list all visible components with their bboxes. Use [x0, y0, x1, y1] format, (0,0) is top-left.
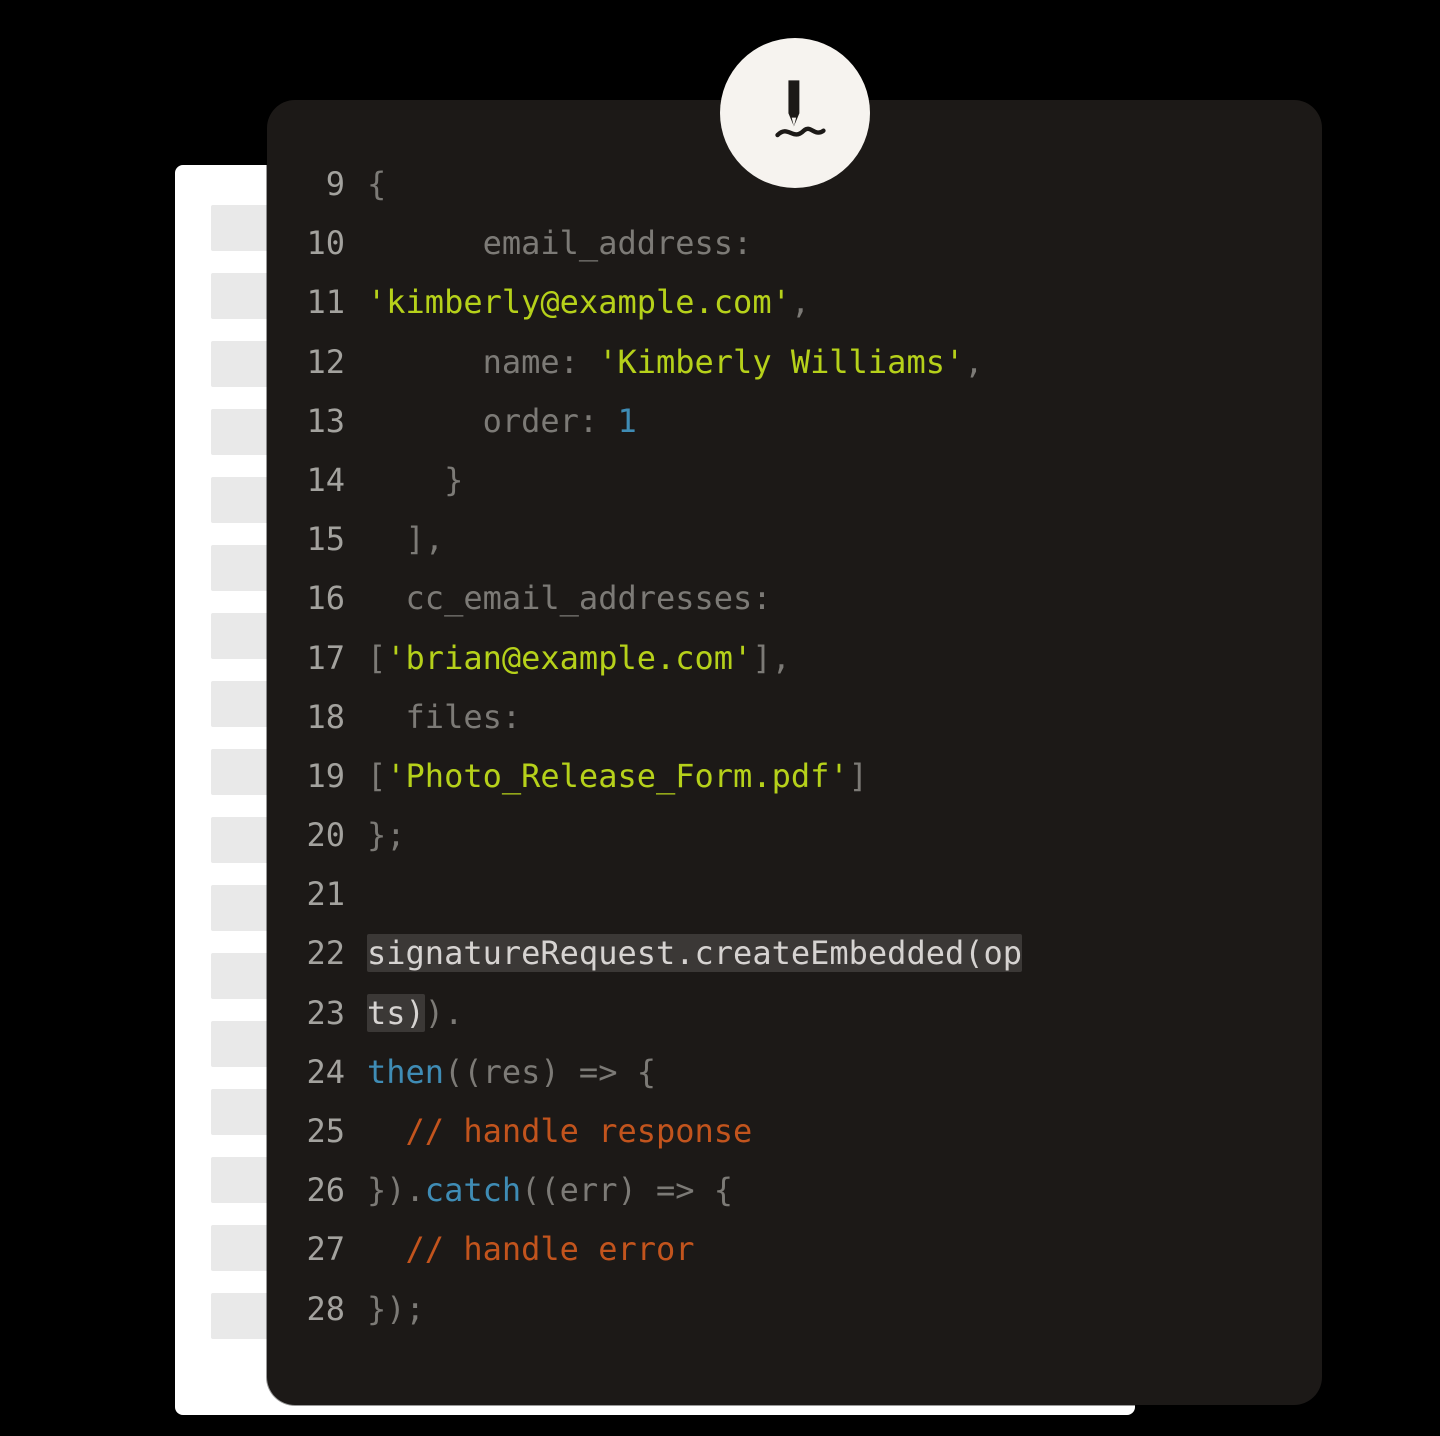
line-content[interactable]: 'kimberly@example.com', — [367, 273, 1294, 332]
stage: 9{10 email_address:11'kimberly@example.c… — [0, 0, 1440, 1436]
token: ((err) => { — [521, 1171, 733, 1209]
token: , — [791, 283, 810, 321]
code-line[interactable]: 23ts)). — [295, 984, 1294, 1043]
token: } — [367, 461, 463, 499]
line-number: 16 — [295, 569, 367, 628]
code-line[interactable]: 28}); — [295, 1280, 1294, 1339]
line-content[interactable]: // handle error — [367, 1220, 1294, 1279]
token: ] — [849, 757, 868, 795]
token: ). — [425, 994, 464, 1032]
code-line[interactable]: 26}).catch((err) => { — [295, 1161, 1294, 1220]
line-content[interactable]: }; — [367, 806, 1294, 865]
line-number: 21 — [295, 865, 367, 924]
token: ts) — [367, 994, 425, 1032]
token — [367, 875, 386, 913]
token: 1 — [617, 402, 636, 440]
token: ((res) => { — [444, 1053, 656, 1091]
code-line[interactable]: 20}; — [295, 806, 1294, 865]
line-number: 23 — [295, 984, 367, 1043]
token: }); — [367, 1290, 425, 1328]
line-number: 26 — [295, 1161, 367, 1220]
line-content[interactable]: signatureRequest.createEmbedded(op — [367, 924, 1294, 983]
code-line[interactable]: 14 } — [295, 451, 1294, 510]
code-editor-panel: 9{10 email_address:11'kimberly@example.c… — [267, 100, 1322, 1405]
line-content[interactable]: // handle response — [367, 1102, 1294, 1161]
code-line[interactable]: 19['Photo_Release_Form.pdf'] — [295, 747, 1294, 806]
token: }; — [367, 816, 406, 854]
line-number: 15 — [295, 510, 367, 569]
line-content[interactable]: ['brian@example.com'], — [367, 629, 1294, 688]
line-content[interactable]: ['Photo_Release_Form.pdf'] — [367, 747, 1294, 806]
line-number: 17 — [295, 629, 367, 688]
line-number: 27 — [295, 1220, 367, 1279]
token: name: — [367, 343, 598, 381]
line-content[interactable]: name: 'Kimberly Williams', — [367, 333, 1294, 392]
token: files: — [367, 698, 521, 736]
token: ], — [367, 520, 444, 558]
token: 'brian@example.com' — [386, 639, 752, 677]
sign-icon-badge — [720, 38, 870, 188]
token: // handle response — [367, 1112, 752, 1150]
line-content[interactable]: files: — [367, 688, 1294, 747]
code-line[interactable]: 11'kimberly@example.com', — [295, 273, 1294, 332]
token: cc_email_addresses: — [367, 579, 772, 617]
token: email_address: — [367, 224, 752, 262]
token: { — [367, 165, 386, 203]
code-line[interactable]: 24then((res) => { — [295, 1043, 1294, 1102]
line-number: 24 — [295, 1043, 367, 1102]
code-line[interactable]: 18 files: — [295, 688, 1294, 747]
token: then — [367, 1053, 444, 1091]
line-number: 25 — [295, 1102, 367, 1161]
line-number: 13 — [295, 392, 367, 451]
code-line[interactable]: 13 order: 1 — [295, 392, 1294, 451]
line-number: 19 — [295, 747, 367, 806]
line-number: 9 — [295, 155, 367, 214]
code-line[interactable]: 25 // handle response — [295, 1102, 1294, 1161]
token: signatureRequest.createEmbedded(op — [367, 934, 1022, 972]
token: order: — [367, 402, 617, 440]
code-line[interactable]: 15 ], — [295, 510, 1294, 569]
line-content[interactable]: } — [367, 451, 1294, 510]
token: [ — [367, 757, 386, 795]
code-line[interactable]: 27 // handle error — [295, 1220, 1294, 1279]
line-content[interactable]: order: 1 — [367, 392, 1294, 451]
code-line[interactable]: 17['brian@example.com'], — [295, 629, 1294, 688]
line-content[interactable]: }).catch((err) => { — [367, 1161, 1294, 1220]
token: 'kimberly@example.com' — [367, 283, 791, 321]
code-line[interactable]: 12 name: 'Kimberly Williams', — [295, 333, 1294, 392]
code-line[interactable]: 10 email_address: — [295, 214, 1294, 273]
code-line[interactable]: 21 — [295, 865, 1294, 924]
line-content[interactable]: email_address: — [367, 214, 1294, 273]
token: 'Kimberly Williams' — [598, 343, 964, 381]
line-content[interactable]: }); — [367, 1280, 1294, 1339]
line-number: 28 — [295, 1280, 367, 1339]
token: [ — [367, 639, 386, 677]
token: }). — [367, 1171, 425, 1209]
token: // handle error — [367, 1230, 695, 1268]
code-block[interactable]: 9{10 email_address:11'kimberly@example.c… — [295, 155, 1294, 1339]
line-number: 12 — [295, 333, 367, 392]
token: catch — [425, 1171, 521, 1209]
line-content[interactable]: ts)). — [367, 984, 1294, 1043]
line-number: 18 — [295, 688, 367, 747]
line-content[interactable]: ], — [367, 510, 1294, 569]
line-content[interactable] — [367, 865, 1294, 924]
line-content[interactable]: then((res) => { — [367, 1043, 1294, 1102]
line-number: 22 — [295, 924, 367, 983]
line-number: 10 — [295, 214, 367, 273]
code-line[interactable]: 22signatureRequest.createEmbedded(op — [295, 924, 1294, 983]
line-content[interactable]: cc_email_addresses: — [367, 569, 1294, 628]
line-number: 11 — [295, 273, 367, 332]
token: , — [964, 343, 983, 381]
token: ], — [752, 639, 791, 677]
token: 'Photo_Release_Form.pdf' — [386, 757, 848, 795]
line-number: 20 — [295, 806, 367, 865]
line-number: 14 — [295, 451, 367, 510]
code-line[interactable]: 16 cc_email_addresses: — [295, 569, 1294, 628]
pen-sign-icon — [760, 76, 830, 150]
